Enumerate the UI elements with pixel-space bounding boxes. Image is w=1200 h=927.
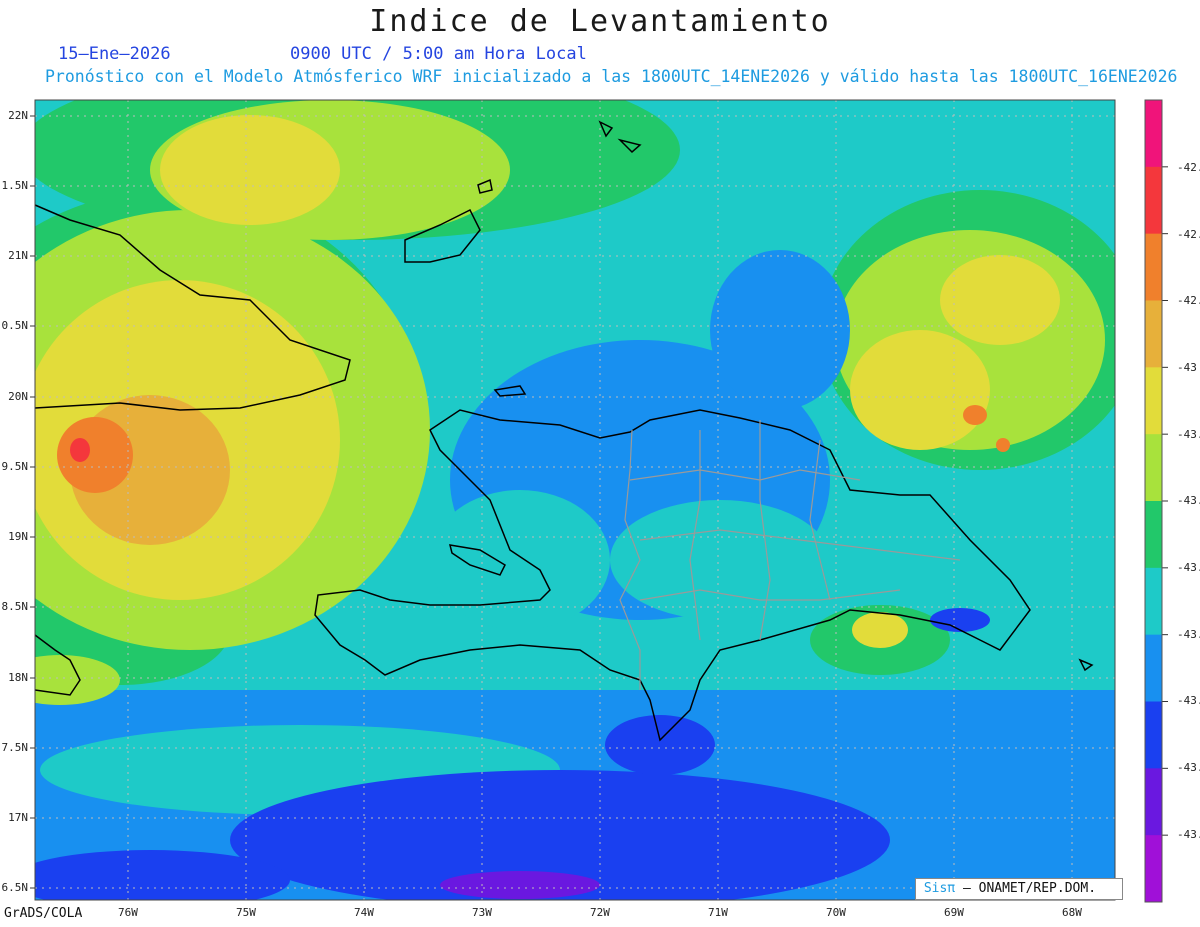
lon-label: 70W bbox=[826, 906, 846, 919]
colorbar-label: -43.3 bbox=[1177, 761, 1200, 774]
colorbar-label: -43.0 bbox=[1177, 428, 1200, 441]
lon-label: 75W bbox=[236, 906, 256, 919]
colorbar-swatch bbox=[1145, 233, 1162, 301]
software-credit: GrADS/COLA bbox=[4, 906, 83, 921]
lon-label: 74W bbox=[354, 906, 374, 919]
lon-label: 76W bbox=[118, 906, 138, 919]
lat-label: 7.5N bbox=[1, 741, 29, 754]
colorbar-label: -42.8 bbox=[1177, 161, 1200, 174]
lat-label: 1.5N bbox=[1, 179, 29, 192]
colorbar-swatch bbox=[1145, 300, 1162, 368]
colorbar-swatch bbox=[1145, 501, 1162, 569]
colorbar-label: -42.9 bbox=[1177, 294, 1200, 307]
colorbar-label: -43.2 bbox=[1177, 628, 1200, 641]
lat-label: 18N bbox=[8, 671, 28, 684]
lat-label: 19N bbox=[8, 530, 28, 543]
lat-label: 17N bbox=[8, 811, 28, 824]
lat-label: 22N bbox=[8, 109, 28, 122]
colorbar bbox=[1144, 99, 1168, 903]
badge-text: – ONAMET/REP.DOM. bbox=[962, 881, 1097, 896]
lon-label: 68W bbox=[1062, 906, 1082, 919]
lifted-index-field bbox=[35, 100, 1115, 900]
lon-label: 73W bbox=[472, 906, 492, 919]
lat-label: 9.5N bbox=[1, 460, 29, 473]
colorbar-swatch bbox=[1145, 835, 1162, 903]
colorbar-label: -43 bbox=[1177, 361, 1197, 374]
sispi-badge: Sisπ – ONAMET/REP.DOM. bbox=[915, 878, 1123, 900]
lon-label: 72W bbox=[590, 906, 610, 919]
colorbar-label: -43.2 bbox=[1177, 694, 1200, 707]
lat-label: 21N bbox=[8, 249, 28, 262]
colorbar-label: -43.3 bbox=[1177, 828, 1200, 841]
colorbar-label: -43.1 bbox=[1177, 494, 1200, 507]
sispi-logo: Sisπ bbox=[923, 881, 956, 896]
lon-label: 71W bbox=[708, 906, 728, 919]
lon-label: 69W bbox=[944, 906, 964, 919]
colorbar-swatch bbox=[1145, 567, 1162, 636]
colorbar-swatch bbox=[1145, 100, 1162, 168]
weather-map bbox=[30, 99, 1168, 903]
colorbar-swatch bbox=[1145, 367, 1162, 435]
colorbar-swatch bbox=[1145, 166, 1162, 235]
colorbar-swatch bbox=[1145, 634, 1162, 702]
colorbar-label: -42.9 bbox=[1177, 228, 1200, 241]
lat-label: 6.5N bbox=[1, 881, 29, 894]
colorbar-swatch bbox=[1145, 434, 1162, 502]
colorbar-label: -43.1 bbox=[1177, 561, 1200, 574]
lat-label: 8.5N bbox=[1, 600, 29, 613]
lat-label: 20N bbox=[8, 390, 28, 403]
lat-label: 0.5N bbox=[1, 319, 29, 332]
colorbar-swatch bbox=[1145, 701, 1162, 769]
colorbar-swatch bbox=[1145, 768, 1162, 836]
